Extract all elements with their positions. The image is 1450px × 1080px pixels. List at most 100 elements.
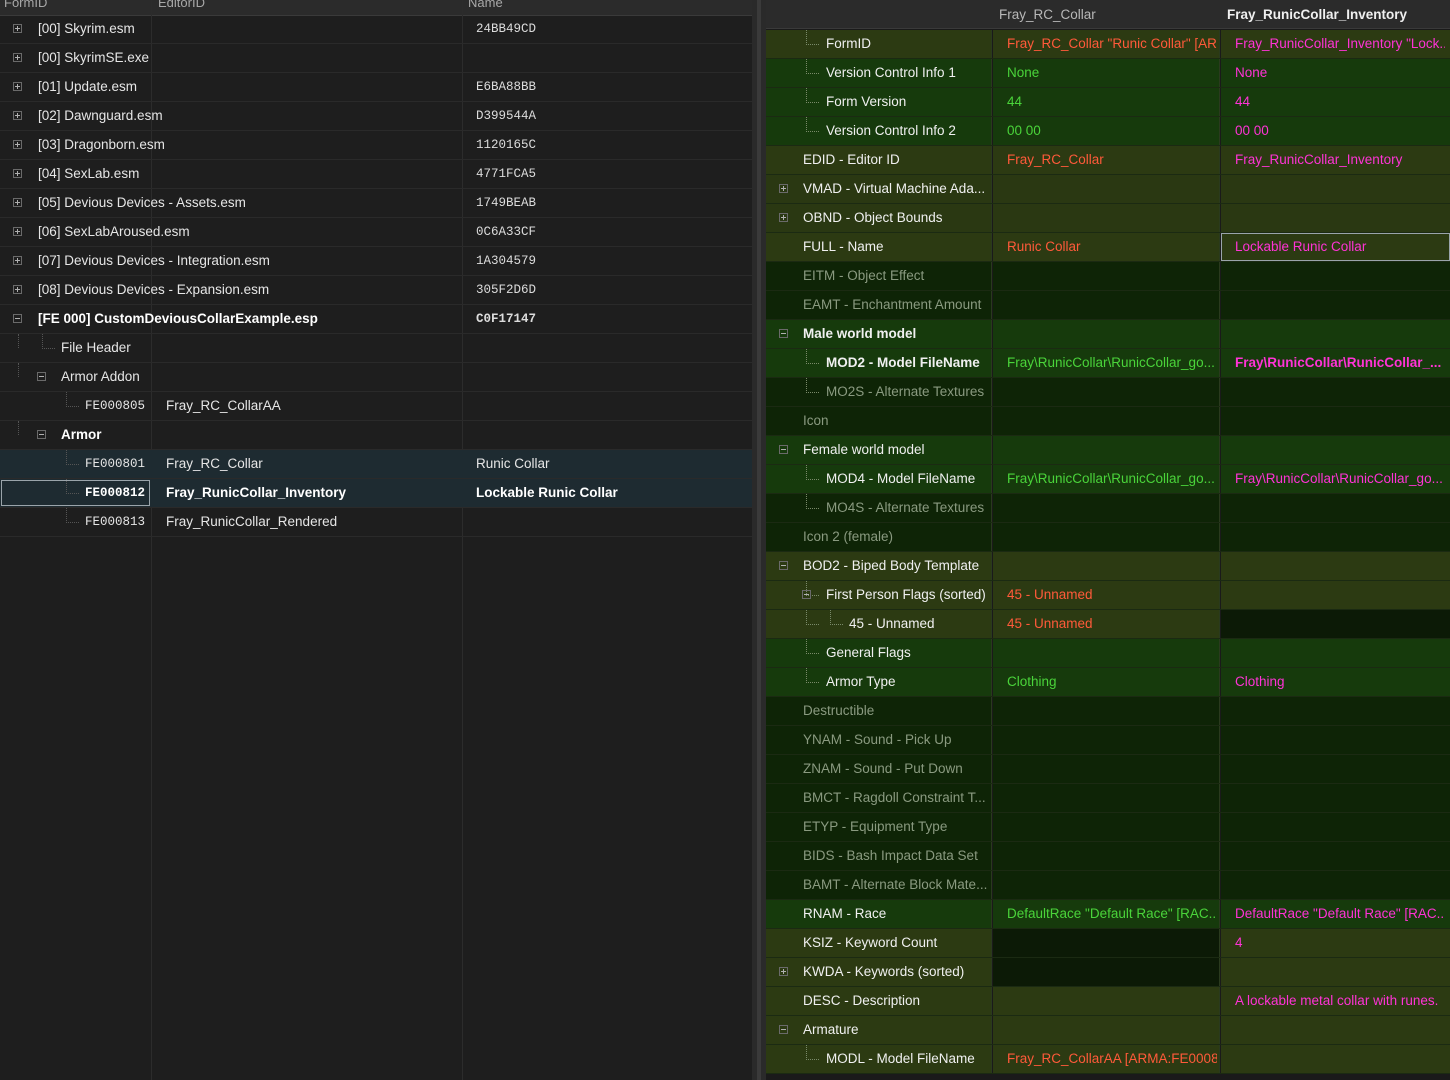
plugin-row[interactable]: [05] Devious Devices - Assets.esm 1749BEA… xyxy=(0,189,752,218)
field-row[interactable]: Armor Type Clothing Clothing xyxy=(766,668,1450,697)
field-row[interactable]: OBND - Object Bounds xyxy=(766,204,1450,233)
field-row[interactable]: Destructible xyxy=(766,697,1450,726)
value-cell-record-1[interactable]: 44 xyxy=(993,88,1220,116)
expand-icon[interactable] xyxy=(779,213,788,222)
field-row[interactable]: MO4S - Alternate Textures xyxy=(766,494,1450,523)
value-cell-record-2[interactable]: A lockable metal collar with runes. xyxy=(1221,987,1450,1015)
value-cell-record-2[interactable] xyxy=(1221,639,1450,667)
value-cell-record-1[interactable] xyxy=(993,262,1220,290)
value-cell-record-1[interactable]: None xyxy=(993,59,1220,87)
field-row[interactable]: EITM - Object Effect xyxy=(766,262,1450,291)
expand-icon[interactable] xyxy=(13,227,22,236)
value-cell-record-2[interactable]: Clothing xyxy=(1221,668,1450,696)
collapse-icon[interactable] xyxy=(779,561,788,570)
value-cell-record-1[interactable] xyxy=(993,784,1220,812)
field-row[interactable]: BOD2 - Biped Body Template xyxy=(766,552,1450,581)
field-row[interactable]: Armature xyxy=(766,1016,1450,1045)
value-cell-record-1[interactable]: 45 - Unnamed xyxy=(993,610,1220,638)
value-cell-record-1[interactable]: DefaultRace "Default Race" [RAC... xyxy=(993,900,1220,928)
collapse-icon[interactable] xyxy=(779,329,788,338)
field-row[interactable]: Female world model xyxy=(766,436,1450,465)
field-row[interactable]: KWDA - Keywords (sorted) xyxy=(766,958,1450,987)
value-cell-record-1[interactable] xyxy=(993,958,1220,986)
value-cell-record-2[interactable] xyxy=(1221,407,1450,435)
value-cell-record-1[interactable] xyxy=(993,378,1220,406)
value-cell-record-2[interactable] xyxy=(1221,842,1450,870)
field-row[interactable]: General Flags xyxy=(766,639,1450,668)
value-cell-record-2[interactable]: Fray\RunicCollar\RunicCollar_go... xyxy=(1221,465,1450,493)
value-cell-record-1[interactable]: Runic Collar xyxy=(993,233,1220,261)
field-row[interactable]: Male world model xyxy=(766,320,1450,349)
expand-icon[interactable] xyxy=(13,24,22,33)
record-view-pane[interactable]: Fray_RC_Collar Fray_RunicCollar_Inventor… xyxy=(766,0,1450,1080)
expand-icon[interactable] xyxy=(13,169,22,178)
compare-header-record-1[interactable]: Fray_RC_Collar xyxy=(999,7,1096,22)
value-cell-record-1[interactable]: Fray_RC_Collar xyxy=(993,146,1220,174)
column-header-formid[interactable]: FormID xyxy=(4,0,47,10)
group-row[interactable]: Armor xyxy=(0,421,752,450)
value-cell-record-2[interactable] xyxy=(1221,1045,1450,1073)
value-cell-record-2[interactable] xyxy=(1221,726,1450,754)
value-cell-record-1[interactable]: Fray\RunicCollar\RunicCollar_go... xyxy=(993,349,1220,377)
field-row[interactable]: KSIZ - Keyword Count 4 xyxy=(766,929,1450,958)
value-cell-record-2[interactable] xyxy=(1221,494,1450,522)
field-row[interactable]: VMAD - Virtual Machine Ada... xyxy=(766,175,1450,204)
record-row[interactable]: FE000812 Fray_RunicCollar_Inventory Lockab… xyxy=(0,479,752,508)
value-cell-record-2[interactable] xyxy=(1221,204,1450,232)
value-cell-record-2[interactable]: 4 xyxy=(1221,929,1450,957)
value-cell-record-1[interactable] xyxy=(993,987,1220,1015)
value-cell-record-2[interactable] xyxy=(1221,581,1450,609)
plugin-row[interactable]: [FE 000] CustomDeviousCollarExample.esp C… xyxy=(0,305,752,334)
collapse-icon[interactable] xyxy=(779,445,788,454)
value-cell-record-2[interactable] xyxy=(1221,697,1450,725)
field-row[interactable]: Icon 2 (female) xyxy=(766,523,1450,552)
value-cell-record-1[interactable] xyxy=(993,755,1220,783)
value-cell-record-1[interactable] xyxy=(993,204,1220,232)
value-cell-record-2[interactable]: Fray_RunicCollar_Inventory xyxy=(1221,146,1450,174)
group-row[interactable]: File Header xyxy=(0,334,752,363)
field-row[interactable]: Version Control Info 1 None None xyxy=(766,59,1450,88)
value-cell-record-1[interactable]: Fray_RC_CollarAA [ARMA:FE0008... xyxy=(993,1045,1220,1073)
value-cell-record-2[interactable]: 00 00 xyxy=(1221,117,1450,145)
expand-icon[interactable] xyxy=(13,256,22,265)
field-row[interactable]: BIDS - Bash Impact Data Set xyxy=(766,842,1450,871)
column-header-editorid[interactable]: EditorID xyxy=(158,0,205,10)
value-cell-record-1[interactable] xyxy=(993,523,1220,551)
plugin-row[interactable]: [01] Update.esm E6BA88BB xyxy=(0,73,752,102)
value-cell-record-1[interactable] xyxy=(993,842,1220,870)
value-cell-record-1[interactable] xyxy=(993,407,1220,435)
value-cell-record-1[interactable] xyxy=(993,320,1220,348)
value-cell-record-1[interactable]: 00 00 xyxy=(993,117,1220,145)
value-cell-record-1[interactable] xyxy=(993,552,1220,580)
value-cell-record-1[interactable] xyxy=(993,639,1220,667)
plugin-row[interactable]: [00] Skyrim.esm 24BB49CD xyxy=(0,15,752,44)
plugin-row[interactable]: [07] Devious Devices - Integration.esm 1A… xyxy=(0,247,752,276)
record-row[interactable]: FE000801 Fray_RC_Collar Runic Collar xyxy=(0,450,752,479)
value-cell-record-1[interactable] xyxy=(993,436,1220,464)
field-row[interactable]: EDID - Editor ID Fray_RC_Collar Fray_Runic… xyxy=(766,146,1450,175)
field-row[interactable]: MOD2 - Model FileName Fray\RunicCollar\Ru… xyxy=(766,349,1450,378)
expand-icon[interactable] xyxy=(13,140,22,149)
value-cell-record-2[interactable] xyxy=(1221,436,1450,464)
expand-icon[interactable] xyxy=(779,184,788,193)
value-cell-record-2[interactable] xyxy=(1221,175,1450,203)
collapse-icon[interactable] xyxy=(37,430,46,439)
value-cell-record-1[interactable]: Clothing xyxy=(993,668,1220,696)
pane-splitter[interactable] xyxy=(752,0,766,1080)
value-cell-record-2[interactable] xyxy=(1221,523,1450,551)
value-cell-record-1[interactable] xyxy=(993,726,1220,754)
value-cell-record-2[interactable]: 44 xyxy=(1221,88,1450,116)
plugin-row[interactable]: [03] Dragonborn.esm 1120165C xyxy=(0,131,752,160)
plugin-row[interactable]: [00] SkyrimSE.exe xyxy=(0,44,752,73)
column-header-name[interactable]: Name xyxy=(468,0,503,10)
compare-header-record-2[interactable]: Fray_RunicCollar_Inventory xyxy=(1227,7,1407,22)
value-cell-record-2[interactable] xyxy=(1221,262,1450,290)
field-row[interactable]: EAMT - Enchantment Amount xyxy=(766,291,1450,320)
group-row[interactable]: Armor Addon xyxy=(0,363,752,392)
field-row[interactable]: MOD4 - Model FileName Fray\RunicCollar\Ru… xyxy=(766,465,1450,494)
field-row[interactable]: ZNAM - Sound - Put Down xyxy=(766,755,1450,784)
value-cell-record-1[interactable] xyxy=(993,494,1220,522)
value-cell-record-1[interactable]: Fray_RC_Collar "Runic Collar" [AR... xyxy=(993,30,1220,58)
field-row[interactable]: First Person Flags (sorted) 45 - Unnamed xyxy=(766,581,1450,610)
plugin-row[interactable]: [02] Dawnguard.esm D399544A xyxy=(0,102,752,131)
